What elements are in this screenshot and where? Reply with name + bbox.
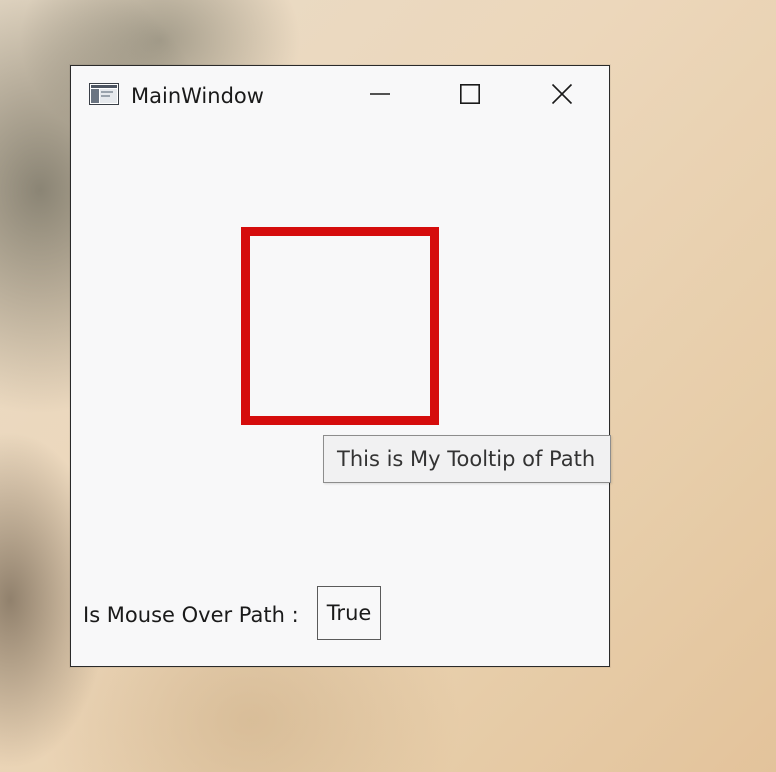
- main-window: MainWindow This is My Tooltip of Path Is…: [70, 65, 611, 667]
- mouse-over-value-box: True: [317, 586, 381, 640]
- square-path-stroke[interactable]: [241, 227, 439, 425]
- minimize-button[interactable]: [349, 74, 411, 118]
- mouse-over-label: Is Mouse Over Path :: [83, 603, 299, 627]
- window-title: MainWindow: [131, 84, 264, 108]
- title-bar[interactable]: MainWindow: [71, 66, 609, 126]
- maximize-icon: [459, 83, 481, 109]
- path-tooltip: This is My Tooltip of Path: [323, 435, 611, 483]
- square-path[interactable]: [241, 227, 439, 425]
- window-content: This is My Tooltip of Path Is Mouse Over…: [71, 126, 611, 666]
- app-window-icon: [89, 83, 119, 105]
- close-icon: [551, 83, 573, 109]
- close-button[interactable]: [531, 74, 593, 118]
- minimize-icon: [369, 83, 391, 109]
- maximize-button[interactable]: [439, 74, 501, 118]
